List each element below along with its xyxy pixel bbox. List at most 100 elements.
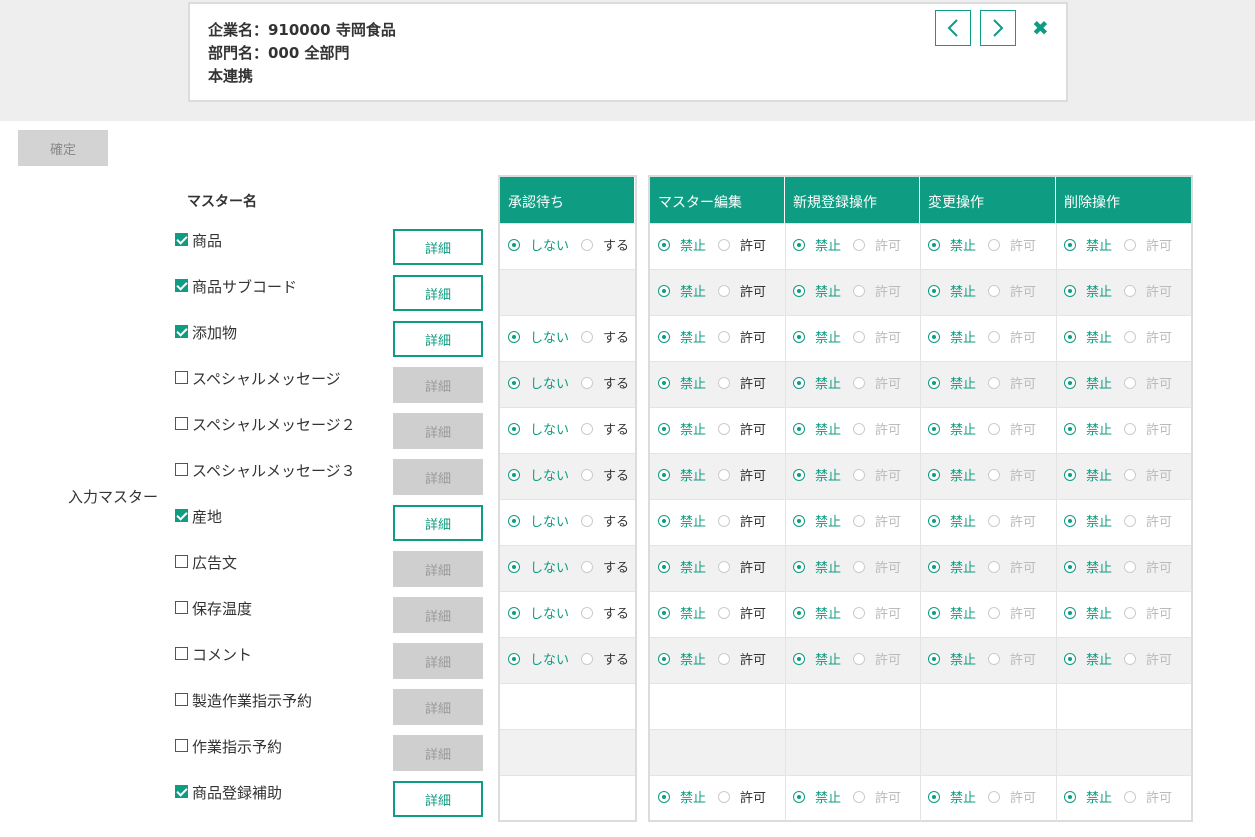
radio-unselected[interactable]: [988, 790, 1001, 803]
radio-selected[interactable]: [793, 468, 805, 481]
radio-unselected[interactable]: [581, 468, 594, 481]
master-checkbox[interactable]: [175, 647, 188, 660]
radio-unselected[interactable]: [988, 238, 1001, 251]
radio-selected[interactable]: [508, 422, 520, 435]
radio-unselected[interactable]: [718, 560, 731, 573]
radio-selected[interactable]: [1064, 468, 1076, 481]
radio-unselected[interactable]: [1124, 606, 1137, 619]
radio-selected[interactable]: [1064, 238, 1076, 251]
detail-button[interactable]: 詳細: [393, 505, 483, 541]
prev-button[interactable]: [935, 10, 971, 46]
master-checkbox[interactable]: [175, 509, 188, 522]
radio-unselected[interactable]: [853, 238, 866, 251]
radio-unselected[interactable]: [1124, 330, 1137, 343]
radio-selected[interactable]: [658, 560, 670, 573]
radio-selected[interactable]: [658, 652, 670, 665]
radio-unselected[interactable]: [988, 514, 1001, 527]
radio-unselected[interactable]: [718, 330, 731, 343]
radio-selected[interactable]: [793, 284, 805, 297]
radio-selected[interactable]: [928, 606, 940, 619]
close-icon[interactable]: ✖: [1032, 16, 1049, 40]
radio-selected[interactable]: [1064, 560, 1076, 573]
radio-unselected[interactable]: [581, 422, 594, 435]
radio-unselected[interactable]: [1124, 560, 1137, 573]
radio-selected[interactable]: [658, 790, 670, 803]
master-checkbox[interactable]: [175, 233, 188, 246]
radio-selected[interactable]: [658, 284, 670, 297]
radio-selected[interactable]: [1064, 422, 1076, 435]
radio-unselected[interactable]: [718, 790, 731, 803]
radio-unselected[interactable]: [853, 284, 866, 297]
radio-unselected[interactable]: [581, 238, 594, 251]
master-checkbox[interactable]: [175, 417, 188, 430]
detail-button[interactable]: 詳細: [393, 597, 483, 633]
detail-button[interactable]: 詳細: [393, 781, 483, 817]
radio-selected[interactable]: [1064, 284, 1076, 297]
master-checkbox[interactable]: [175, 371, 188, 384]
radio-selected[interactable]: [928, 790, 940, 803]
radio-selected[interactable]: [793, 376, 805, 389]
radio-selected[interactable]: [508, 330, 520, 343]
radio-unselected[interactable]: [1124, 652, 1137, 665]
radio-unselected[interactable]: [718, 652, 731, 665]
radio-selected[interactable]: [793, 238, 805, 251]
radio-selected[interactable]: [508, 468, 520, 481]
radio-selected[interactable]: [1064, 790, 1076, 803]
radio-unselected[interactable]: [581, 514, 594, 527]
radio-unselected[interactable]: [853, 560, 866, 573]
radio-unselected[interactable]: [988, 422, 1001, 435]
radio-unselected[interactable]: [988, 560, 1001, 573]
radio-selected[interactable]: [928, 238, 940, 251]
detail-button[interactable]: 詳細: [393, 735, 483, 771]
radio-selected[interactable]: [1064, 330, 1076, 343]
master-checkbox[interactable]: [175, 279, 188, 292]
detail-button[interactable]: 詳細: [393, 551, 483, 587]
radio-selected[interactable]: [793, 514, 805, 527]
detail-button[interactable]: 詳細: [393, 321, 483, 357]
radio-selected[interactable]: [658, 330, 670, 343]
radio-selected[interactable]: [793, 422, 805, 435]
radio-selected[interactable]: [658, 514, 670, 527]
radio-selected[interactable]: [508, 238, 520, 251]
radio-selected[interactable]: [928, 560, 940, 573]
radio-unselected[interactable]: [718, 284, 731, 297]
master-checkbox[interactable]: [175, 739, 188, 752]
radio-selected[interactable]: [928, 652, 940, 665]
radio-selected[interactable]: [508, 652, 520, 665]
radio-unselected[interactable]: [1124, 376, 1137, 389]
radio-selected[interactable]: [1064, 514, 1076, 527]
radio-selected[interactable]: [793, 652, 805, 665]
detail-button[interactable]: 詳細: [393, 229, 483, 265]
radio-selected[interactable]: [508, 560, 520, 573]
radio-unselected[interactable]: [718, 606, 731, 619]
radio-selected[interactable]: [1064, 376, 1076, 389]
radio-unselected[interactable]: [718, 422, 731, 435]
radio-unselected[interactable]: [988, 284, 1001, 297]
master-checkbox[interactable]: [175, 555, 188, 568]
radio-unselected[interactable]: [853, 330, 866, 343]
radio-unselected[interactable]: [1124, 238, 1137, 251]
radio-selected[interactable]: [658, 376, 670, 389]
master-checkbox[interactable]: [175, 463, 188, 476]
radio-selected[interactable]: [508, 606, 520, 619]
confirm-button[interactable]: 確定: [18, 130, 108, 166]
radio-selected[interactable]: [658, 468, 670, 481]
detail-button[interactable]: 詳細: [393, 367, 483, 403]
radio-unselected[interactable]: [1124, 422, 1137, 435]
radio-unselected[interactable]: [1124, 284, 1137, 297]
radio-selected[interactable]: [793, 606, 805, 619]
radio-unselected[interactable]: [718, 238, 731, 251]
master-checkbox[interactable]: [175, 601, 188, 614]
master-checkbox[interactable]: [175, 325, 188, 338]
radio-unselected[interactable]: [581, 560, 594, 573]
radio-selected[interactable]: [928, 376, 940, 389]
radio-unselected[interactable]: [988, 330, 1001, 343]
radio-unselected[interactable]: [581, 376, 594, 389]
detail-button[interactable]: 詳細: [393, 459, 483, 495]
radio-unselected[interactable]: [1124, 514, 1137, 527]
radio-unselected[interactable]: [581, 330, 594, 343]
radio-unselected[interactable]: [718, 514, 731, 527]
radio-unselected[interactable]: [718, 468, 731, 481]
radio-unselected[interactable]: [853, 790, 866, 803]
radio-unselected[interactable]: [988, 606, 1001, 619]
